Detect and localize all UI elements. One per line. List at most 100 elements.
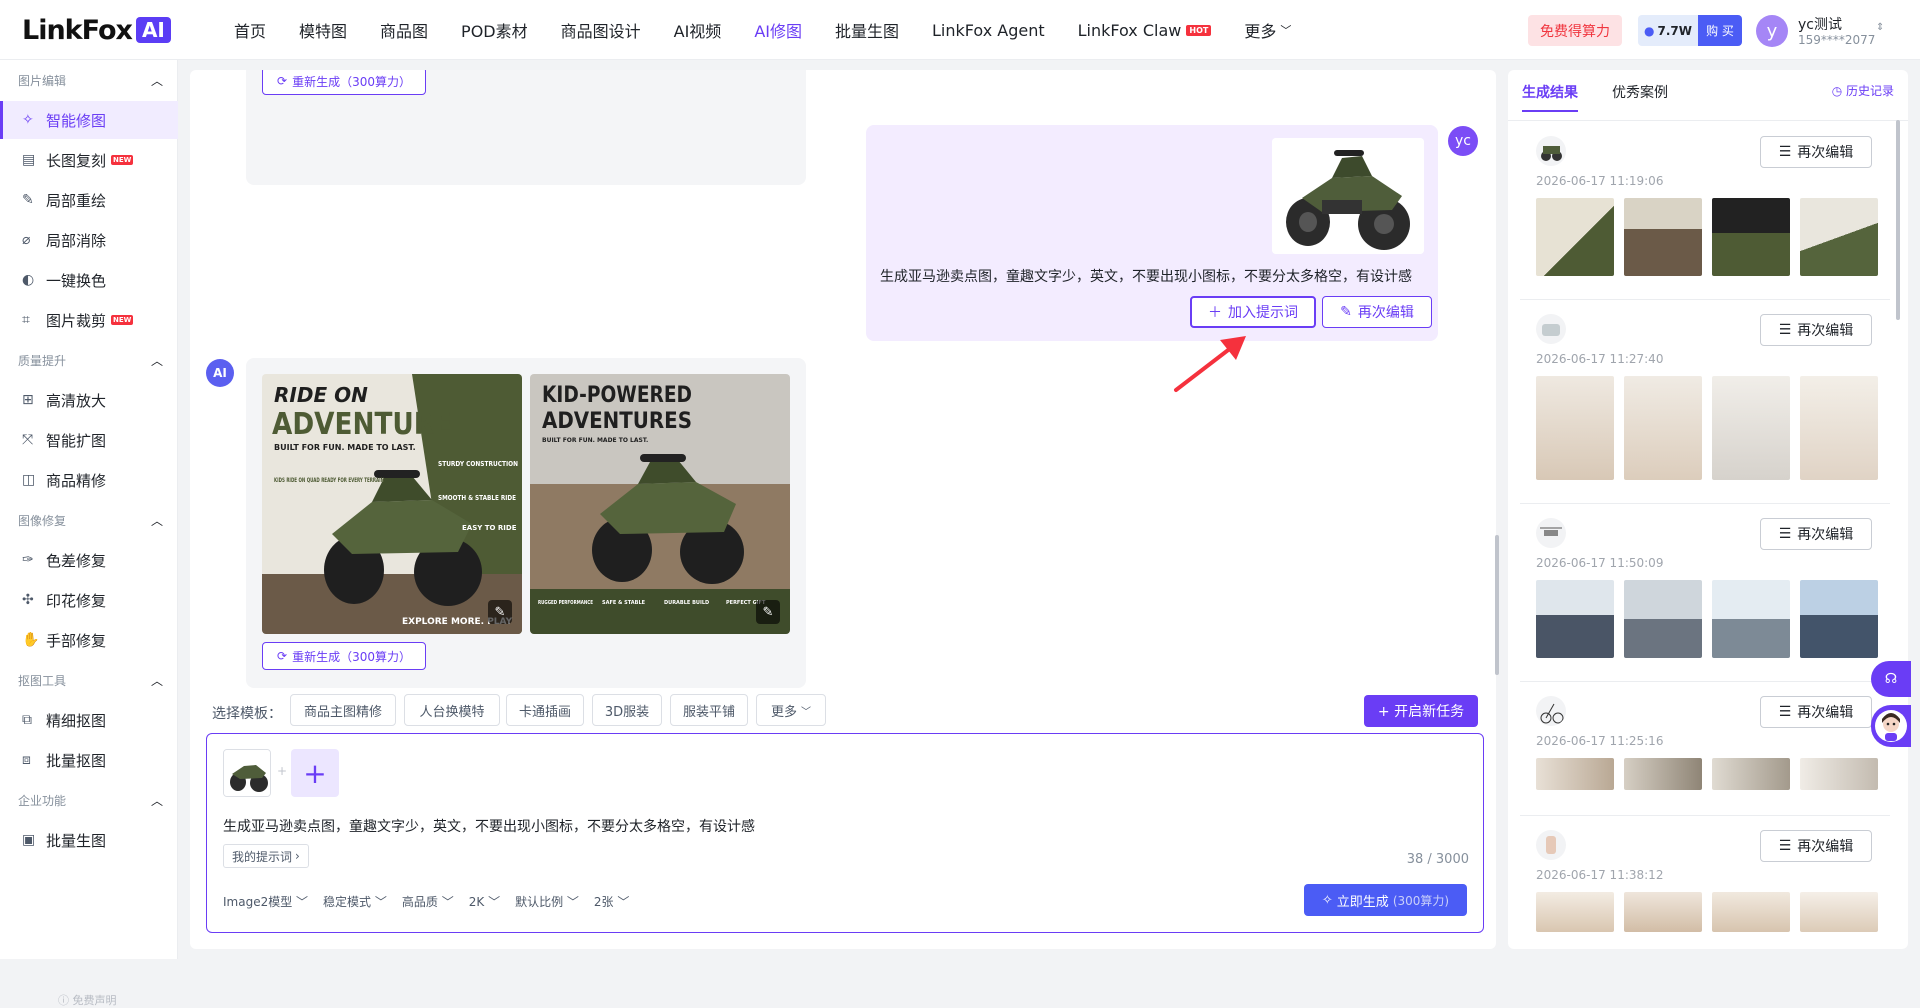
edit-icon[interactable]: ✎	[488, 600, 512, 624]
count-select[interactable]: 2张 ﹀	[594, 893, 629, 910]
sidebar-item-upscale[interactable]: ⊞ 高清放大	[0, 381, 178, 419]
result-thumb[interactable]	[1800, 376, 1878, 480]
avatar[interactable]: y	[1756, 15, 1788, 47]
reference-thumbnail[interactable]	[223, 749, 271, 797]
assistant-avatar-button[interactable]	[1871, 705, 1911, 747]
prompt-composer: + + 生成亚马逊卖点图，童趣文字少，英文，不要出现小图标，不要分太多格空，有设…	[206, 733, 1484, 933]
template-3d-clothing[interactable]: 3D服装	[592, 694, 662, 726]
section-repair[interactable]: 图像修复 ︿	[18, 512, 163, 529]
result-thumb[interactable]	[1536, 758, 1614, 790]
template-cartoon[interactable]: 卡通插画	[506, 694, 584, 726]
result-thumb[interactable]	[1536, 892, 1614, 932]
prompt-input[interactable]: 生成亚马逊卖点图，童趣文字少，英文，不要出现小图标，不要分太多格空，有设计感	[223, 816, 755, 836]
template-product-refine[interactable]: 商品主图精修	[290, 694, 396, 726]
sidebar-item-batch-generate[interactable]: ▣ 批量生图	[0, 821, 178, 859]
result-thumb[interactable]	[1536, 580, 1614, 658]
nav-product[interactable]: 商品图	[380, 18, 428, 42]
section-cutout[interactable]: 抠图工具 ︿	[18, 672, 163, 689]
result-thumb[interactable]	[1624, 892, 1702, 932]
free-credits-button[interactable]: 免费得算力	[1528, 15, 1622, 46]
regenerate-button[interactable]: ⟳ 重新生成（300算力）	[262, 70, 426, 95]
result-thumbnails	[1536, 758, 1878, 790]
re-edit-button[interactable]: ☰ 再次编辑	[1760, 830, 1872, 862]
nav-batch[interactable]: 批量生图	[835, 18, 899, 42]
result-thumb[interactable]	[1712, 892, 1790, 932]
tab-showcase[interactable]: 优秀案例	[1612, 82, 1668, 102]
template-mannequin-swap[interactable]: 人台换模特	[404, 694, 500, 726]
support-headset-icon[interactable]: ☊	[1871, 661, 1911, 697]
sidebar-item-recolor[interactable]: ◐ 一键换色	[0, 261, 178, 299]
sidebar-item-hand-fix[interactable]: ✋ 手部修复	[0, 621, 178, 659]
result-card: ☰ 再次编辑 2026-06-17 11:27:40	[1520, 300, 1890, 504]
result-thumb[interactable]	[1712, 758, 1790, 790]
logo[interactable]: LinkFox AI	[22, 15, 171, 46]
result-thumb[interactable]	[1712, 580, 1790, 658]
result-thumb[interactable]	[1712, 198, 1790, 276]
result-thumb[interactable]	[1800, 580, 1878, 658]
result-thumb[interactable]	[1536, 198, 1614, 276]
nav-model[interactable]: 模特图	[299, 18, 347, 42]
generated-image-2[interactable]: KID-POWERED ADVENTURES BUILT FOR FUN. MA…	[530, 374, 790, 634]
regenerate-button[interactable]: ⟳ 重新生成（300算力）	[262, 642, 426, 670]
result-thumb[interactable]	[1624, 758, 1702, 790]
re-edit-button[interactable]: ☰ 再次编辑	[1760, 518, 1872, 550]
sidebar-item-long-image[interactable]: ▤ 长图复刻 NEW	[0, 141, 178, 179]
result-thumb[interactable]	[1800, 892, 1878, 932]
result-thumb[interactable]	[1624, 580, 1702, 658]
tab-results[interactable]: 生成结果	[1522, 82, 1578, 102]
add-to-prompt-button[interactable]: ＋加入提示词	[1190, 296, 1316, 328]
re-edit-button[interactable]: ✎ 再次编辑	[1322, 296, 1432, 328]
result-thumb[interactable]	[1624, 198, 1702, 276]
section-quality[interactable]: 质量提升 ︿	[18, 352, 163, 369]
add-image-button[interactable]: +	[291, 749, 339, 797]
nav-ai-video[interactable]: AI视频	[674, 18, 722, 42]
result-thumb[interactable]	[1800, 198, 1878, 276]
result-thumb[interactable]	[1536, 376, 1614, 480]
generated-image-1[interactable]: RIDE ON ADVENTURE BUILT FOR FUN. MADE TO…	[262, 374, 522, 634]
nav-home[interactable]: 首页	[234, 18, 266, 42]
disclaimer-link[interactable]: ⓘ 免费声明	[58, 992, 117, 1008]
nav-claw[interactable]: LinkFox Claw HOT	[1078, 21, 1212, 40]
mode-select[interactable]: 稳定模式 ﹀	[323, 893, 387, 910]
generate-button[interactable]: ✧ 立即生成 (300算力)	[1304, 884, 1467, 916]
my-prompts-button[interactable]: 我的提示词 ›	[223, 844, 309, 868]
sidebar-item-crop[interactable]: ⌗ 图片裁剪 NEW	[0, 301, 178, 339]
user-reference-image[interactable]	[1272, 138, 1424, 254]
sidebar-item-print-fix[interactable]: ✣ 印花修复	[0, 581, 178, 619]
sidebar-item-expand[interactable]: ⤧ 智能扩图	[0, 421, 178, 459]
template-flat-lay[interactable]: 服装平铺	[670, 694, 748, 726]
sidebar-item-batch-cutout[interactable]: ⧈ 批量抠图	[0, 741, 178, 779]
nav-more[interactable]: 更多 ﹀	[1244, 18, 1291, 42]
edit-icon[interactable]: ✎	[756, 600, 780, 624]
model-select[interactable]: Image2模型 ﹀	[223, 893, 308, 910]
nav-ai-retouch[interactable]: AI修图	[754, 18, 802, 42]
sidebar-item-erase[interactable]: ⌀ 局部消除	[0, 221, 178, 259]
sidebar-item-refine[interactable]: ◫ 商品精修	[0, 461, 178, 499]
result-thumb[interactable]	[1712, 376, 1790, 480]
new-task-button[interactable]: + 开启新任务	[1364, 695, 1478, 727]
nav-pod[interactable]: POD素材	[461, 18, 528, 42]
sidebar-item-inpaint[interactable]: ✎ 局部重绘	[0, 181, 178, 219]
re-edit-button[interactable]: ☰ 再次编辑	[1760, 136, 1872, 168]
buy-button[interactable]: 购 买	[1698, 15, 1742, 46]
section-enterprise[interactable]: 企业功能 ︿	[18, 792, 163, 809]
result-card: ☰ 再次编辑 2026-06-17 11:25:16	[1520, 682, 1890, 816]
chat-scrollbar[interactable]	[1495, 535, 1499, 675]
re-edit-button[interactable]: ☰ 再次编辑	[1760, 696, 1872, 728]
quality-select[interactable]: 高品质 ﹀	[402, 893, 454, 910]
sidebar-item-fine-cutout[interactable]: ⧉ 精细抠图	[0, 701, 178, 739]
results-scrollbar[interactable]	[1896, 120, 1900, 320]
sidebar-item-color-fix[interactable]: ✑ 色差修复	[0, 541, 178, 579]
sidebar-item-smart-retouch[interactable]: ✧ 智能修图	[0, 101, 178, 139]
nav-product-design[interactable]: 商品图设计	[561, 18, 641, 42]
resolution-select[interactable]: 2K ﹀	[469, 893, 500, 910]
template-more[interactable]: 更多 ﹀	[756, 694, 826, 726]
history-link[interactable]: ◷ 历史记录	[1832, 82, 1894, 99]
user-menu-caret-icon[interactable]: ⇕	[1876, 22, 1884, 33]
nav-agent[interactable]: LinkFox Agent	[932, 21, 1045, 40]
ratio-select[interactable]: 默认比例 ﹀	[515, 893, 579, 910]
section-image-edit[interactable]: 图片编辑 ︿	[18, 72, 163, 89]
result-thumb[interactable]	[1800, 758, 1878, 790]
result-thumb[interactable]	[1624, 376, 1702, 480]
re-edit-button[interactable]: ☰ 再次编辑	[1760, 314, 1872, 346]
